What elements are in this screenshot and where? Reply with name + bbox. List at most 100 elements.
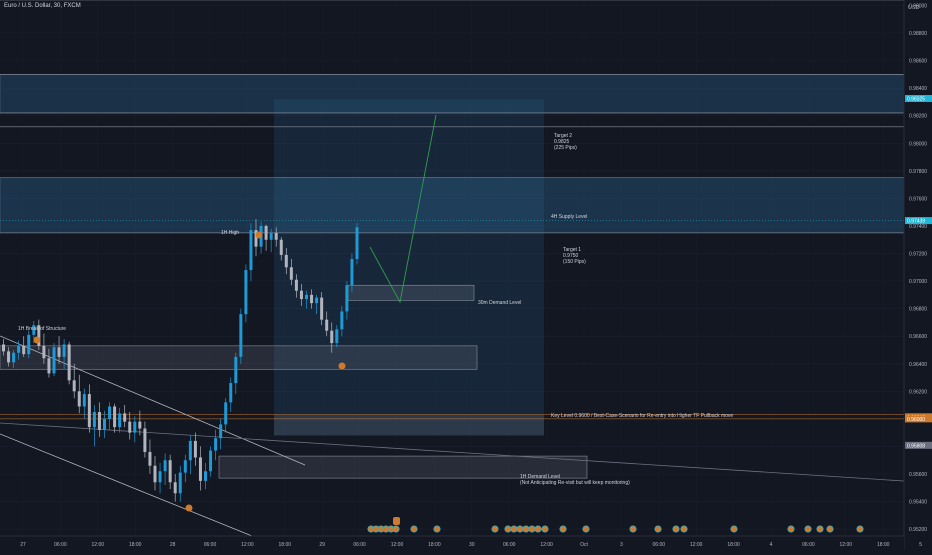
candle-body-56 <box>284 254 288 268</box>
price-tick-3: 0.98400 <box>909 86 927 92</box>
event-icon-11[interactable] <box>516 525 524 533</box>
candle-body-13 <box>67 344 71 381</box>
event-icon-26[interactable] <box>826 525 834 533</box>
candle-body-43 <box>219 424 223 439</box>
event-icon-14[interactable] <box>534 525 542 533</box>
candle-body-61 <box>310 294 314 304</box>
price-tick-6: 0.97800 <box>909 169 927 175</box>
price-tick-1: 0.98800 <box>909 31 927 37</box>
zone-30m-demand <box>347 284 475 301</box>
low-marker-bottom <box>185 504 193 512</box>
candle-body-41 <box>209 450 213 472</box>
zone-key-level <box>274 414 544 436</box>
event-icon-18[interactable] <box>629 525 637 533</box>
candle-body-11 <box>57 347 61 357</box>
zone-target-box <box>274 99 544 436</box>
label-30m-demand: 30m Demand Level <box>478 300 521 306</box>
candle-body-54 <box>274 232 278 240</box>
label-1h-demand-note: (Not Anticipating Re-visit but will keep… <box>520 480 630 486</box>
price-tick-12: 0.96600 <box>909 334 927 340</box>
high-marker <box>255 231 263 239</box>
candle-body-8 <box>42 345 46 359</box>
event-icon-24[interactable] <box>804 525 812 533</box>
candle-body-63 <box>320 297 324 320</box>
time-tick-24: 5 <box>919 542 922 548</box>
zone-mid-demand <box>0 345 478 370</box>
candle-body-37 <box>188 440 192 461</box>
price-tick-2: 0.98600 <box>909 59 927 65</box>
candle-body-59 <box>299 290 303 300</box>
candle-body-1 <box>7 351 11 363</box>
event-icon-7[interactable] <box>433 525 441 533</box>
price-tick-14: 0.96200 <box>909 389 927 395</box>
time-tick-17: 06:00 <box>653 542 666 548</box>
candle-body-67 <box>340 311 344 330</box>
event-icon-25[interactable] <box>816 525 824 533</box>
price-tag-3: 0.96000 <box>907 417 925 423</box>
candle-body-45 <box>229 383 233 403</box>
time-tick-12: 30 <box>469 542 475 548</box>
candle-body-35 <box>178 472 182 494</box>
time-tick-0: 27 <box>20 542 26 548</box>
candle-body-17 <box>87 394 91 428</box>
event-icon-15[interactable] <box>541 525 549 533</box>
price-tick-10: 0.97000 <box>909 279 927 285</box>
candle-body-12 <box>62 344 66 357</box>
time-tick-23: 18:00 <box>877 542 890 548</box>
time-tick-11: 18:00 <box>428 542 441 548</box>
time-tick-15: Oct <box>580 542 588 548</box>
candle-body-38 <box>193 440 197 458</box>
candle-body-25 <box>128 421 132 433</box>
candle-body-3 <box>17 345 21 353</box>
candle-body-68 <box>345 285 349 312</box>
time-tick-20: 4 <box>770 542 773 548</box>
candle-body-29 <box>148 451 152 466</box>
time-tick-16: 3 <box>620 542 623 548</box>
event-icon-27[interactable] <box>856 525 864 533</box>
event-icon-10[interactable] <box>510 525 518 533</box>
candle-body-28 <box>143 428 147 452</box>
candle-body-26 <box>133 421 137 433</box>
candle-body-10 <box>52 347 56 374</box>
event-icon-9[interactable] <box>504 525 512 533</box>
time-tick-14: 12:00 <box>540 542 553 548</box>
time-tick-19: 18:00 <box>727 542 740 548</box>
event-icon-17[interactable] <box>582 525 590 533</box>
event-icon-5[interactable] <box>392 525 400 533</box>
event-icon-8[interactable] <box>491 525 499 533</box>
event-icon-20[interactable] <box>672 525 680 533</box>
price-axis-background <box>904 0 932 550</box>
candle-body-19 <box>97 411 101 430</box>
event-icon-16[interactable] <box>559 525 567 533</box>
event-icon-12[interactable] <box>522 525 530 533</box>
candle-body-16 <box>82 394 86 407</box>
candle-body-65 <box>330 330 334 344</box>
event-icon-6[interactable] <box>410 525 418 533</box>
price-tag-0: 0.98325 <box>907 97 925 103</box>
event-icon-22[interactable] <box>730 525 738 533</box>
label-1h-high: 1H High <box>221 230 239 236</box>
price-tick-5: 0.98000 <box>909 141 927 147</box>
candle-body-0 <box>2 344 5 352</box>
time-tick-21: 06:00 <box>802 542 815 548</box>
event-icon-23[interactable] <box>787 525 795 533</box>
candle-body-30 <box>153 465 157 483</box>
candle-body-9 <box>47 358 51 374</box>
candle-body-53 <box>269 232 273 240</box>
price-chart[interactable]: 1H High 1H Break of Structure Target 2 0… <box>0 0 932 550</box>
time-tick-1: 06:00 <box>54 542 67 548</box>
event-stack-icon[interactable] <box>393 517 400 525</box>
candle-body-69 <box>350 259 354 286</box>
price-tick-17: 0.95600 <box>909 472 927 478</box>
event-icon-13[interactable] <box>528 525 536 533</box>
price-tick-4: 0.98200 <box>909 114 927 120</box>
candle-body-4 <box>22 345 26 355</box>
low-marker-mid <box>338 362 346 370</box>
candle-body-60 <box>305 294 308 300</box>
candle-body-21 <box>108 406 112 419</box>
event-icon-19[interactable] <box>654 525 662 533</box>
time-tick-18: 12:00 <box>690 542 703 548</box>
candle-body-14 <box>72 380 76 392</box>
event-icon-21[interactable] <box>680 525 688 533</box>
candle-body-24 <box>123 413 127 422</box>
